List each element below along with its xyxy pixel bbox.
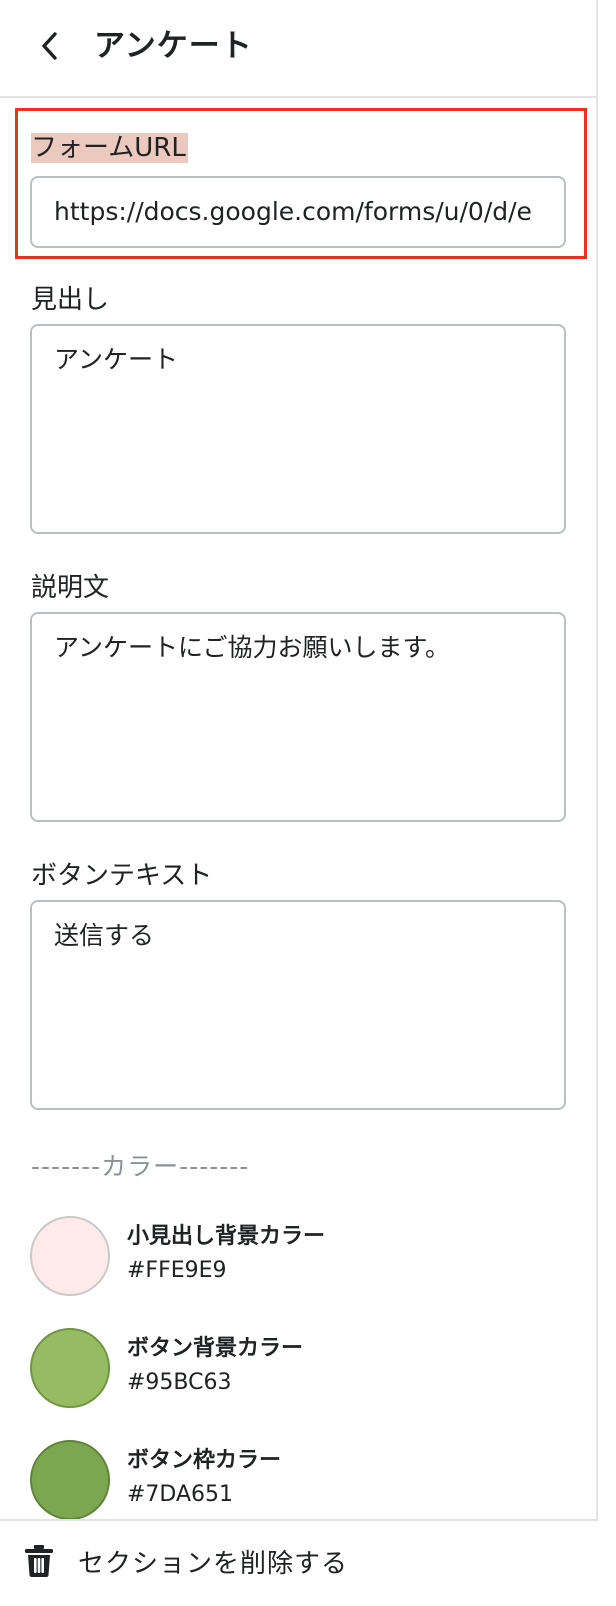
color-name: ボタン枠カラー: [127, 1448, 282, 1473]
color-name: 小見出し背景カラー: [127, 1224, 326, 1249]
panel-footer: セクションを削除する: [0, 1519, 598, 1606]
color-swatch[interactable]: [30, 1328, 110, 1408]
delete-section-label: セクションを削除する: [78, 1548, 349, 1579]
description-label: 説明文: [31, 573, 110, 603]
color-section-separator: -------カラー-------: [31, 1152, 250, 1181]
button-text-textarea[interactable]: 送信する: [30, 900, 566, 1110]
color-item-button-border[interactable]: ボタン枠カラー #7DA651: [30, 1440, 570, 1520]
color-hex: #FFE9E9: [127, 1258, 227, 1283]
heading-label: 見出し: [31, 285, 110, 315]
button-text-label: ボタンテキスト: [31, 861, 213, 891]
heading-textarea[interactable]: アンケート: [30, 324, 566, 534]
delete-section-button[interactable]: セクションを削除する: [24, 1533, 348, 1589]
trash-icon: [25, 1545, 53, 1577]
color-hex: #95BC63: [127, 1370, 232, 1395]
color-item-subheading-bg[interactable]: 小見出し背景カラー #FFE9E9: [30, 1216, 570, 1296]
color-hex: #7DA651: [127, 1482, 234, 1507]
page-title: アンケート: [94, 28, 253, 64]
section-settings-panel: アンケート フォームURL https://docs.google.com/fo…: [0, 0, 598, 1606]
color-item-button-bg[interactable]: ボタン背景カラー #95BC63: [30, 1328, 570, 1408]
color-swatch[interactable]: [30, 1216, 110, 1296]
color-name: ボタン背景カラー: [127, 1336, 304, 1361]
description-textarea[interactable]: アンケートにご協力お願いします。: [30, 612, 566, 822]
form-url-label: フォームURL: [31, 130, 188, 166]
panel-header: アンケート: [0, 0, 598, 98]
form-url-input[interactable]: https://docs.google.com/forms/u/0/d/e: [30, 176, 566, 248]
back-button[interactable]: [30, 24, 70, 68]
color-swatch[interactable]: [30, 1440, 110, 1520]
chevron-left-icon: [42, 32, 57, 60]
form-url-label-text: フォームURL: [31, 133, 188, 163]
